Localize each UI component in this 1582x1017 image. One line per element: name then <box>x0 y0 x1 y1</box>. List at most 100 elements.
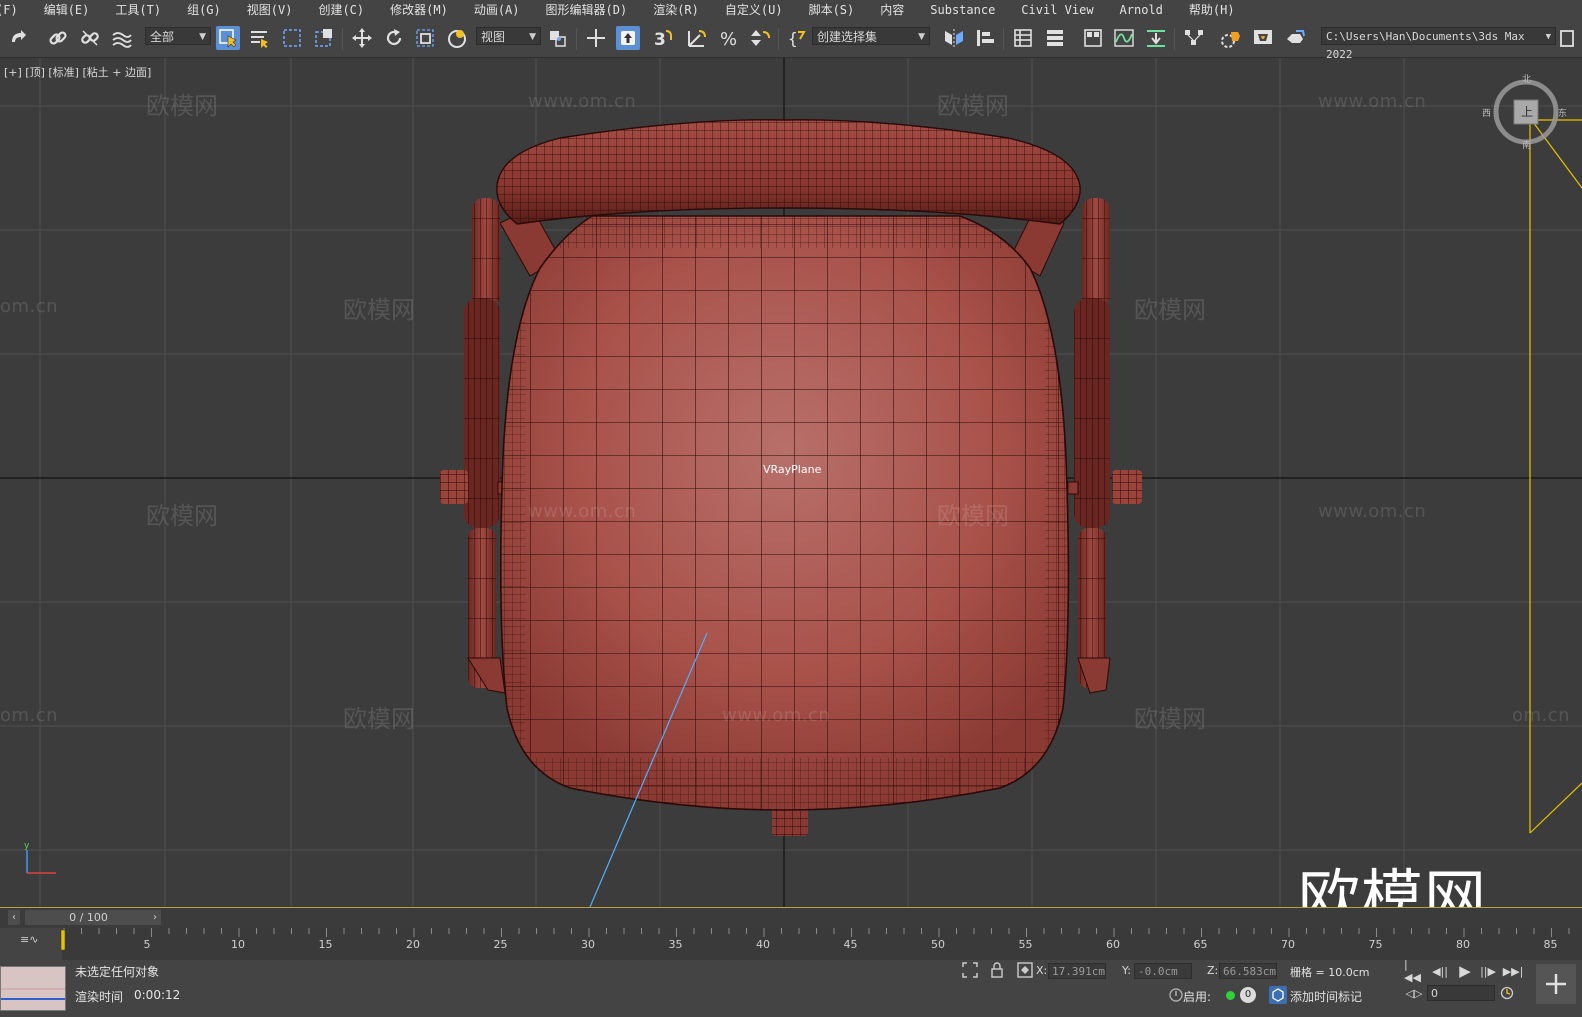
svg-text:{: { <box>788 29 798 48</box>
menu-item[interactable]: Civil View <box>1008 0 1106 20</box>
next-frame-icon[interactable]: ||▶ <box>1478 962 1498 980</box>
time-prev-icon[interactable]: ‹ <box>8 910 20 925</box>
isolate-selection-icon[interactable] <box>962 962 978 982</box>
pivot-center-icon[interactable] <box>546 26 570 50</box>
project-path-dropdown[interactable]: C:\Users\Han\Documents\3ds Max 2022 ▼ <box>1321 27 1556 61</box>
select-manipulate-icon[interactable] <box>584 26 608 50</box>
select-by-name-icon[interactable] <box>247 26 271 50</box>
rectangular-selection-icon[interactable] <box>280 26 304 50</box>
reference-coord-dropdown[interactable]: 视图 ▼ <box>476 27 541 45</box>
previous-frame-icon[interactable]: ◀|| <box>1430 962 1450 980</box>
menu-item[interactable]: 组(G) <box>174 0 234 20</box>
viewport-navigation-icon[interactable] <box>1536 964 1576 1004</box>
menu-item[interactable]: 脚本(S) <box>796 0 868 20</box>
toolbar-divider <box>1003 28 1004 50</box>
rotate-icon[interactable] <box>382 26 406 50</box>
snaps-toggle-icon[interactable]: 3 <box>651 26 675 50</box>
align-icon[interactable] <box>973 26 997 50</box>
keyboard-shortcut-override-button[interactable] <box>616 26 640 50</box>
viewcube-face-label: 上 <box>1521 105 1534 119</box>
track-tick-label: 5 <box>143 938 151 951</box>
angle-snap-icon[interactable] <box>685 26 709 50</box>
menu-item[interactable]: 动画(A) <box>461 0 533 20</box>
scene-explorer-icon[interactable] <box>1011 26 1035 50</box>
time-slider-bar: ‹ 0 / 100 › <box>0 907 1582 928</box>
chevron-down-icon: ▼ <box>529 32 536 42</box>
z-coord-field[interactable]: 66.583cm <box>1219 963 1277 979</box>
compass-south-label: 南 <box>1522 141 1532 151</box>
go-to-start-icon[interactable]: |◀◀ <box>1404 958 1424 984</box>
percent-snap-icon[interactable]: % <box>717 26 741 50</box>
current-frame-field[interactable]: 0 <box>1427 985 1495 1001</box>
key-mode-icon[interactable]: ◁▷ <box>1404 984 1424 1002</box>
track-tick-label: 20 <box>406 938 420 951</box>
add-time-tag-icon[interactable] <box>1269 986 1287 1004</box>
project-folder-icon[interactable] <box>1558 26 1578 50</box>
track-tick-label: 35 <box>668 938 683 951</box>
render-setup-icon[interactable] <box>1219 26 1243 50</box>
x-coord-field[interactable]: 17.391cm <box>1048 963 1106 979</box>
move-icon[interactable] <box>350 26 374 50</box>
menu-item[interactable]: Substance <box>917 0 1008 20</box>
toolbar-divider <box>342 28 343 50</box>
lock-icon[interactable] <box>990 962 1004 982</box>
track-tick-label: 55 <box>1018 938 1033 951</box>
schematic-view-icon[interactable] <box>1144 26 1168 50</box>
time-configuration-icon[interactable] <box>1497 984 1517 1002</box>
y-coord-field[interactable]: -0.0cm <box>1134 963 1192 979</box>
go-to-end-icon[interactable]: ▶▶| <box>1503 962 1524 980</box>
menu-item[interactable]: 自定义(U) <box>712 0 796 20</box>
material-editor-icon[interactable] <box>1182 26 1206 50</box>
track-tick-label: 15 <box>318 938 333 951</box>
unlink-icon[interactable] <box>78 26 102 50</box>
add-time-tag-label[interactable]: 添加时间标记 <box>1290 988 1362 1005</box>
enable-count-badge[interactable]: 0 <box>1240 987 1256 1003</box>
edit-named-selection-icon[interactable]: { <box>786 26 810 50</box>
menu-item[interactable]: 帮助(H) <box>1176 0 1248 20</box>
enable-label: 启用: <box>1183 990 1212 1004</box>
menu-item[interactable]: Arnold <box>1107 0 1176 20</box>
svg-text:%: % <box>720 29 737 49</box>
curve-editor-icon[interactable] <box>1112 26 1136 50</box>
menu-item[interactable]: 工具(T) <box>102 0 174 20</box>
redo-icon[interactable] <box>6 26 30 50</box>
layer-explorer-icon[interactable] <box>1043 26 1067 50</box>
project-path-value: C:\Users\Han\Documents\3ds Max 2022 <box>1326 30 1525 61</box>
selection-filter-dropdown[interactable]: 全部 ▼ <box>145 27 211 45</box>
time-next-icon[interactable]: › <box>149 910 161 925</box>
viewport-label[interactable]: [+] [顶] [标准] [粘土 + 边面] <box>4 64 151 80</box>
toggle-ribbon-icon[interactable] <box>1081 26 1105 50</box>
viewport-top[interactable]: y [+] [顶] [标准] [粘土 + 边面] 欧模网 www.om.cn 欧… <box>0 58 1582 907</box>
menu-item[interactable]: 渲染(R) <box>640 0 712 20</box>
viewcube[interactable]: 上 北 南 西 东 <box>1482 75 1567 151</box>
link-icon[interactable] <box>46 26 70 50</box>
menu-item[interactable]: 视图(V) <box>234 0 306 20</box>
render-production-icon[interactable] <box>1283 26 1307 50</box>
time-slider[interactable]: 0 / 100 <box>25 910 152 925</box>
menu-item[interactable]: 内容 <box>867 0 917 20</box>
select-object-button[interactable] <box>216 26 240 50</box>
menu-item[interactable]: (F) <box>0 0 31 20</box>
reference-coord-value: 视图 <box>481 30 506 44</box>
watermark-cn: 欧模网 <box>146 502 218 530</box>
placement-icon[interactable] <box>445 26 469 50</box>
named-selection-dropdown[interactable]: 创建选择集 ▼ <box>812 27 930 45</box>
bind-space-warp-icon[interactable] <box>110 26 134 50</box>
compass-north-label: 北 <box>1522 75 1532 85</box>
menu-item[interactable]: 图形编辑器(D) <box>533 0 641 20</box>
mirror-icon[interactable] <box>942 26 966 50</box>
play-icon[interactable]: ▶ <box>1455 962 1475 980</box>
menu-item[interactable]: 创建(C) <box>305 0 377 20</box>
rendered-frame-window-icon[interactable] <box>1251 26 1275 50</box>
absolute-mode-icon[interactable] <box>1017 962 1033 982</box>
menu-item[interactable]: 编辑(E) <box>31 0 103 20</box>
scale-icon[interactable] <box>413 26 437 50</box>
toolbar-divider <box>576 28 577 50</box>
selection-lock-toggle-icon[interactable] <box>1168 987 1184 1007</box>
curve-editor-toggle-icon[interactable]: ≡∿ <box>20 933 38 946</box>
spinner-snap-icon[interactable] <box>748 26 772 50</box>
maxscript-mini-listener[interactable] <box>0 966 66 1011</box>
menu-item[interactable]: 修改器(M) <box>377 0 461 20</box>
track-bar[interactable]: ≡∿ 5 10 15 20 25 30 35 40 45 50 55 60 65 70 75 80 85 <box>0 928 1582 960</box>
window-crossing-icon[interactable] <box>312 26 336 50</box>
